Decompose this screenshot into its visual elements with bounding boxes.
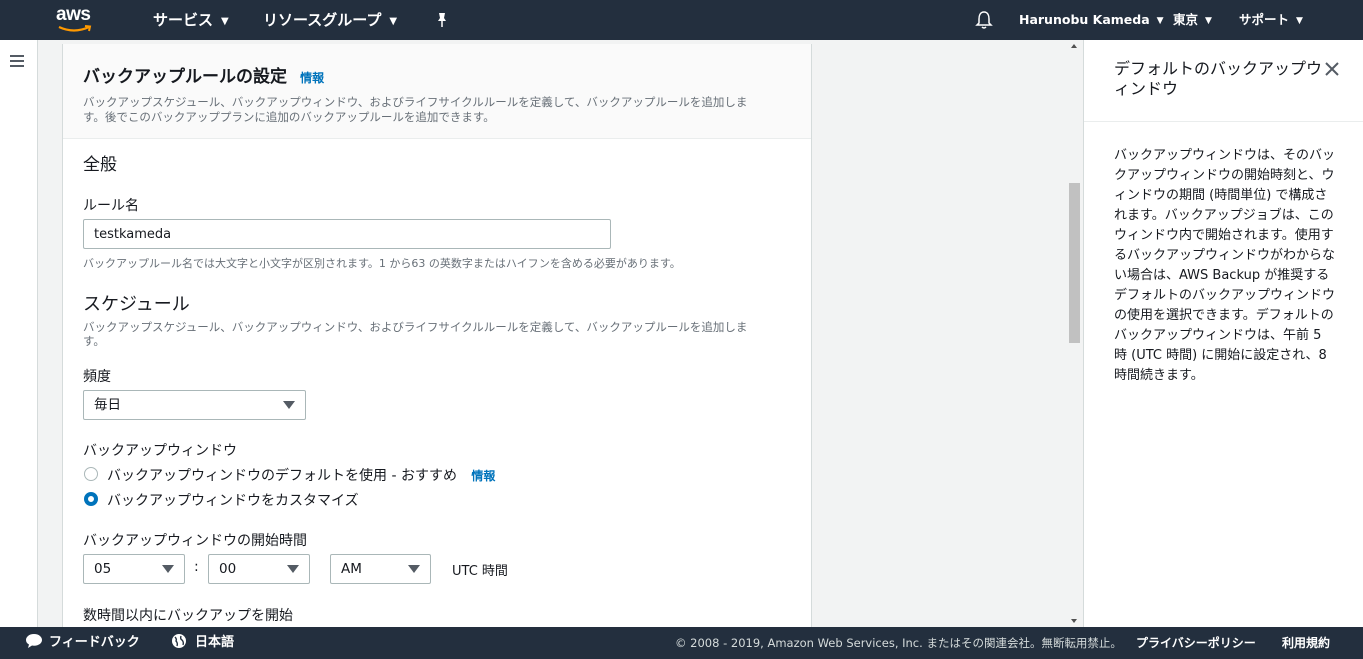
hour-select[interactable]: 05 [83,554,185,584]
scroll-down-arrow-icon[interactable] [1071,619,1077,623]
chevron-down-icon: ▼ [1156,16,1164,26]
hamburger-menu-icon[interactable] [10,55,24,67]
dropdown-arrow-icon [283,401,295,409]
backup-rule-card: バックアップルールの設定 情報 バックアップスケジュール、バックアップウィンドウ… [62,44,812,627]
pin-icon[interactable] [434,12,450,28]
info-link[interactable]: 情報 [471,469,495,483]
resource-groups-menu[interactable]: リソースグループ ▼ [263,0,397,40]
backup-window-label: バックアップウィンドウ [83,443,237,459]
dropdown-arrow-icon [162,565,174,573]
minute-select[interactable]: 00 [208,554,310,584]
bell-icon[interactable] [975,10,993,30]
privacy-policy-link[interactable]: プライバシーポリシー [1136,627,1256,659]
start-time-label: バックアップウィンドウの開始時間 [83,533,307,549]
dropdown-arrow-icon [408,565,420,573]
region-menu[interactable]: 東京 ▼ [1173,0,1212,40]
close-icon[interactable] [1325,62,1339,76]
general-heading: 全般 [83,155,117,175]
terms-of-use-link[interactable]: 利用規約 [1282,627,1330,659]
services-menu[interactable]: サービス ▼ [153,0,229,40]
section-description: バックアップスケジュール、バックアップウィンドウ、およびライフサイクルルールを定… [83,95,748,124]
dropdown-arrow-icon [287,565,299,573]
scrollbar-thumb[interactable] [1069,183,1080,343]
frequency-label: 頻度 [83,369,111,385]
schedule-heading: スケジュール [83,294,190,315]
chevron-down-icon: ▼ [389,16,398,27]
help-panel: デフォルトのバックアップウィンドウ バックアップウィンドウは、そのバックアップウ… [1083,40,1363,627]
scroll-up-arrow-icon[interactable] [1071,44,1077,48]
globe-icon [172,634,186,648]
main-content: バックアップルールの設定 情報 バックアップスケジュール、バックアップウィンドウ… [38,40,1083,627]
top-navigation-bar: aws サービス ▼ リソースグループ ▼ Harunobu Kameda ▼ 東京 ▼… [0,0,1363,40]
frequency-select[interactable]: 毎日 [83,390,306,420]
info-link[interactable]: 情報 [300,71,324,85]
start-within-label: 数時間以内にバックアップを開始 [83,608,293,624]
rule-name-hint: バックアップルール名では大文字と小文字が区別されます。1 から63 の英数字また… [83,257,681,270]
help-panel-body: バックアップウィンドウは、そのバックアップウィンドウの開始時刻と、ウィンドウの期… [1114,148,1336,383]
page-title: バックアップルールの設定 [83,67,287,87]
speech-bubble-icon [26,634,42,648]
card-header: バックアップルールの設定 情報 バックアップスケジュール、バックアップウィンドウ… [63,44,811,139]
feedback-button[interactable]: フィードバック [25,627,140,659]
rule-name-input[interactable] [83,219,611,249]
user-menu[interactable]: Harunobu Kameda ▼ [1019,0,1164,40]
radio-customize-window[interactable] [84,492,98,506]
radio-default-window[interactable] [84,467,98,481]
copyright-text: © 2008 - 2019, Amazon Web Services, Inc.… [675,636,1122,650]
aws-logo[interactable]: aws [56,4,100,35]
timezone-label: UTC 時間 [452,564,508,579]
help-panel-title: デフォルトのバックアップウィンドウ [1114,59,1323,98]
chevron-down-icon: ▼ [1205,16,1212,26]
ampm-select[interactable]: AM [330,554,431,584]
aws-smile-icon [58,25,92,32]
chevron-down-icon: ▼ [1296,16,1303,26]
radio-customize-window-label: バックアップウィンドウをカスタマイズ [107,493,359,509]
rule-name-label: ルール名 [83,198,139,214]
radio-default-window-label: バックアップウィンドウのデフォルトを使用 - おすすめ 情報 [107,468,496,484]
main-scrollbar[interactable] [1067,40,1082,627]
schedule-description: バックアップスケジュール、バックアップウィンドウ、およびライフサイクルルールを定… [83,320,748,348]
chevron-down-icon: ▼ [221,16,229,27]
divider [1084,121,1363,122]
support-menu[interactable]: サポート ▼ [1239,0,1303,40]
side-nav-collapsed [0,40,38,627]
time-separator: : [194,559,199,575]
language-selector[interactable]: 日本語 [171,627,234,659]
footer: フィードバック 日本語 © 2008 - 2019, Amazon Web Se… [0,627,1363,659]
